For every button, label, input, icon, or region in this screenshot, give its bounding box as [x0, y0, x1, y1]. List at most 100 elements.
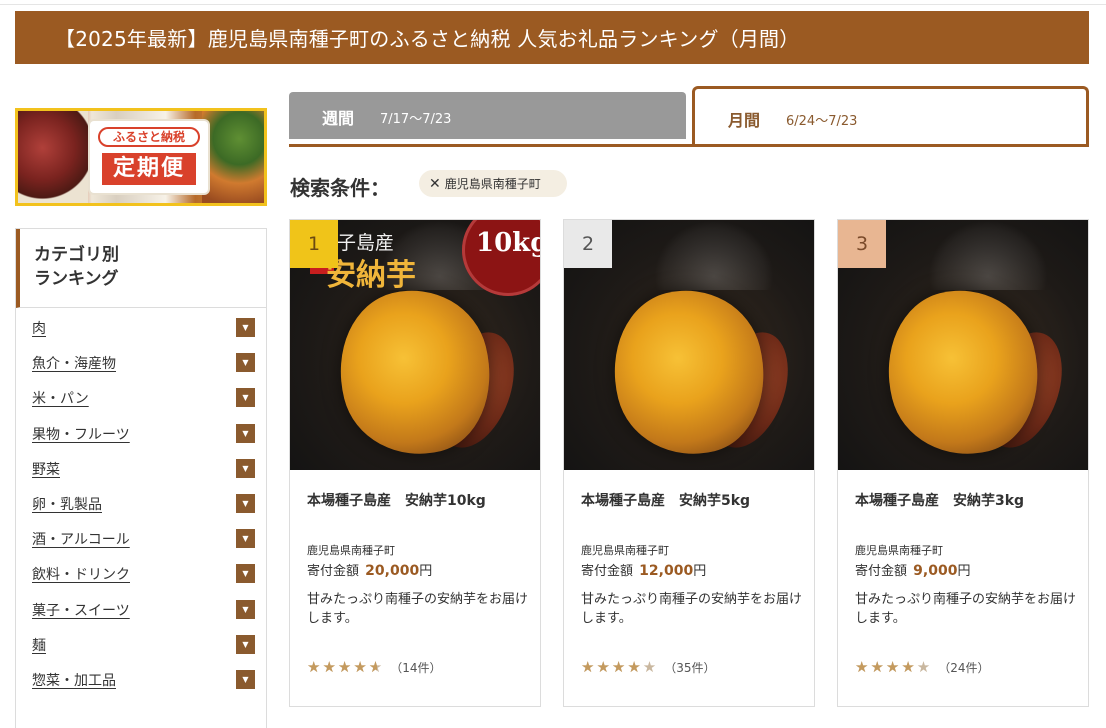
category-link[interactable]: 魚介・海産物: [32, 353, 116, 373]
expand-toggle-icon[interactable]: ▼: [236, 423, 255, 443]
category-link[interactable]: 果物・フルーツ: [32, 424, 130, 444]
category-link[interactable]: 卵・乳製品: [32, 494, 102, 514]
product-price: 寄付金額 20,000円: [307, 560, 432, 579]
price-label: 寄付金額: [855, 564, 908, 579]
category-link[interactable]: 酒・アルコール: [32, 529, 130, 549]
category-ranking-panel: カテゴリ別 ランキング 肉 ▼ 魚介・海産物 ▼ 米・パン ▼ 果物・フルーツ ▼ 野菜…: [15, 228, 267, 728]
product-description: 甘みたっぷり南種子の安納芋をお届けします。: [581, 592, 803, 626]
tab-weekly-dates: 7/17〜7/23: [380, 112, 452, 127]
category-link[interactable]: 菓子・スイーツ: [32, 600, 130, 620]
vegetables-image: [202, 111, 264, 203]
expand-toggle-icon[interactable]: ▼: [236, 564, 255, 584]
tab-weekly-label: 週間: [322, 109, 355, 128]
category-item: 果物・フルーツ ▼: [16, 414, 266, 449]
product-image[interactable]: 3: [838, 220, 1088, 470]
category-item: 惣菜・加工品 ▼: [16, 660, 266, 695]
category-item: 魚介・海産物 ▼: [16, 343, 266, 378]
product-rating: ★★★★★★★★★★ （24件）: [855, 658, 990, 676]
price-amount: 20,000: [365, 563, 420, 579]
tab-weekly[interactable]: 週間 7/17〜7/23: [289, 92, 686, 139]
product-town: 鹿児島県南種子町: [855, 544, 943, 557]
expand-toggle-icon[interactable]: ▼: [236, 458, 255, 478]
filter-chip[interactable]: ✕ 鹿児島県南種子町: [419, 170, 567, 197]
price-currency: 円: [419, 564, 433, 579]
filter-chip-label: 鹿児島県南種子町: [444, 177, 541, 191]
banner-subtitle: ふるさと納税: [98, 127, 200, 147]
product-card[interactable]: 種子島産 安納芋 10kg 1 本場種子島産 安納芋10kg 鹿児島県南種子町 …: [289, 219, 541, 707]
category-item: 麺 ▼: [16, 625, 266, 660]
category-item: 飲料・ドリンク ▼: [16, 554, 266, 589]
category-heading-line1: カテゴリ別: [34, 245, 119, 265]
price-currency: 円: [957, 564, 971, 579]
expand-toggle-icon[interactable]: ▼: [236, 493, 255, 513]
category-list: 肉 ▼ 魚介・海産物 ▼ 米・パン ▼ 果物・フルーツ ▼ 野菜 ▼ 卵・乳製品 ▼ 酒・ア…: [16, 308, 266, 695]
tab-monthly-dates: 6/24〜7/23: [786, 114, 858, 129]
price-label: 寄付金額: [307, 564, 360, 579]
product-title[interactable]: 本場種子島産 安納芋3kg: [855, 490, 1024, 510]
product-description: 甘みたっぷり南種子の安納芋をお届けします。: [307, 592, 529, 626]
top-divider: [0, 0, 1106, 5]
rank-badge: 1: [290, 220, 338, 268]
review-count: （35件）: [664, 660, 716, 675]
banner-label-box: ふるさと納税 定期便: [90, 121, 208, 193]
star-rating-icon: ★★★★★★★★★★: [307, 658, 385, 676]
weight-badge-text: 10kg: [476, 228, 540, 258]
category-link[interactable]: 野菜: [32, 459, 60, 479]
product-price: 寄付金額 12,000円: [581, 560, 706, 579]
tab-monthly-label: 月間: [728, 111, 761, 130]
image-caption-product: 安納芋: [326, 258, 416, 293]
category-item: 肉 ▼: [16, 308, 266, 343]
category-link[interactable]: 惣菜・加工品: [32, 670, 116, 690]
star-rating-icon: ★★★★★★★★★★: [581, 658, 659, 676]
product-town: 鹿児島県南種子町: [581, 544, 669, 557]
category-item: 菓子・スイーツ ▼: [16, 590, 266, 625]
price-label: 寄付金額: [581, 564, 634, 579]
review-count: （14件）: [390, 660, 442, 675]
close-icon[interactable]: ✕: [429, 176, 441, 192]
rank-badge: 3: [838, 220, 886, 268]
tab-underline: [289, 144, 1089, 147]
search-conditions-label: 検索条件：: [290, 176, 390, 200]
product-image[interactable]: 種子島産 安納芋 10kg 1: [290, 220, 540, 470]
category-item: 米・パン ▼: [16, 378, 266, 413]
expand-toggle-icon[interactable]: ▼: [236, 388, 255, 408]
category-link[interactable]: 飲料・ドリンク: [32, 564, 130, 584]
expand-toggle-icon[interactable]: ▼: [236, 669, 255, 689]
meat-image: [18, 111, 88, 203]
product-card[interactable]: 2 本場種子島産 安納芋5kg 鹿児島県南種子町 寄付金額 12,000円 甘み…: [563, 219, 815, 707]
product-description: 甘みたっぷり南種子の安納芋をお届けします。: [855, 592, 1077, 626]
price-currency: 円: [693, 564, 707, 579]
steam-effect: [654, 220, 774, 290]
category-heading: カテゴリ別 ランキング: [16, 229, 266, 308]
product-rating: ★★★★★★★★★★ （35件）: [581, 658, 716, 676]
product-image[interactable]: 2: [564, 220, 814, 470]
tab-monthly[interactable]: 月間 6/24〜7/23: [692, 86, 1089, 147]
category-link[interactable]: 米・パン: [32, 388, 89, 408]
teiki-bin-banner[interactable]: ふるさと納税 定期便: [15, 108, 267, 206]
price-amount: 9,000: [913, 563, 958, 579]
category-item: 野菜 ▼: [16, 449, 266, 484]
product-rating: ★★★★★★★★★★ （14件）: [307, 658, 442, 676]
expand-toggle-icon[interactable]: ▼: [236, 353, 255, 373]
product-price: 寄付金額 9,000円: [855, 560, 970, 579]
page-title: 【2025年最新】鹿児島県南種子町のふるさと納税 人気お礼品ランキング（月間）: [55, 27, 800, 51]
price-amount: 12,000: [639, 563, 694, 579]
category-link[interactable]: 肉: [32, 318, 46, 338]
product-card[interactable]: 3 本場種子島産 安納芋3kg 鹿児島県南種子町 寄付金額 9,000円 甘みた…: [837, 219, 1089, 707]
product-title[interactable]: 本場種子島産 安納芋5kg: [581, 490, 750, 510]
star-rating-icon: ★★★★★★★★★★: [855, 658, 933, 676]
banner-title: 定期便: [102, 153, 196, 185]
expand-toggle-icon[interactable]: ▼: [236, 529, 255, 549]
category-item: 酒・アルコール ▼: [16, 519, 266, 554]
product-title[interactable]: 本場種子島産 安納芋10kg: [307, 490, 486, 510]
expand-toggle-icon[interactable]: ▼: [236, 599, 255, 619]
expand-toggle-icon[interactable]: ▼: [236, 318, 255, 337]
steam-effect: [928, 220, 1048, 290]
category-item: 卵・乳製品 ▼: [16, 484, 266, 519]
page-title-bar: 【2025年最新】鹿児島県南種子町のふるさと納税 人気お礼品ランキング（月間）: [15, 11, 1089, 64]
product-town: 鹿児島県南種子町: [307, 544, 395, 557]
category-link[interactable]: 麺: [32, 635, 46, 655]
category-heading-line2: ランキング: [34, 269, 119, 289]
expand-toggle-icon[interactable]: ▼: [236, 634, 255, 654]
rank-badge: 2: [564, 220, 612, 268]
